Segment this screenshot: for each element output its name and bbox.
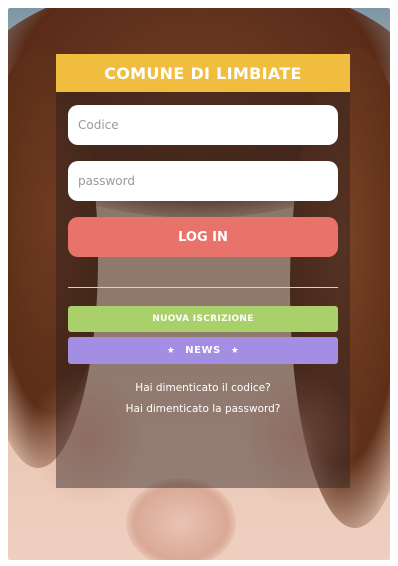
login-button[interactable]: LOG IN [68,217,338,257]
news-label: NEWS [185,345,221,356]
divider [68,287,338,288]
password-input[interactable] [68,161,338,201]
star-icon: ★ [166,345,176,356]
news-button[interactable]: ★ NEWS ★ [68,337,338,364]
forgot-code-link[interactable]: Hai dimenticato il codice? [56,382,350,394]
code-input[interactable] [68,105,338,145]
background-nose [126,478,236,560]
app-title: COMUNE DI LIMBIATE [104,63,302,83]
forgot-password-link[interactable]: Hai dimenticato la password? [56,403,350,415]
new-registration-button[interactable]: NUOVA ISCRIZIONE [68,306,338,332]
new-registration-label: NUOVA ISCRIZIONE [152,314,254,324]
star-icon: ★ [230,345,240,356]
login-button-label: LOG IN [178,229,228,245]
app-header: COMUNE DI LIMBIATE [56,54,350,92]
